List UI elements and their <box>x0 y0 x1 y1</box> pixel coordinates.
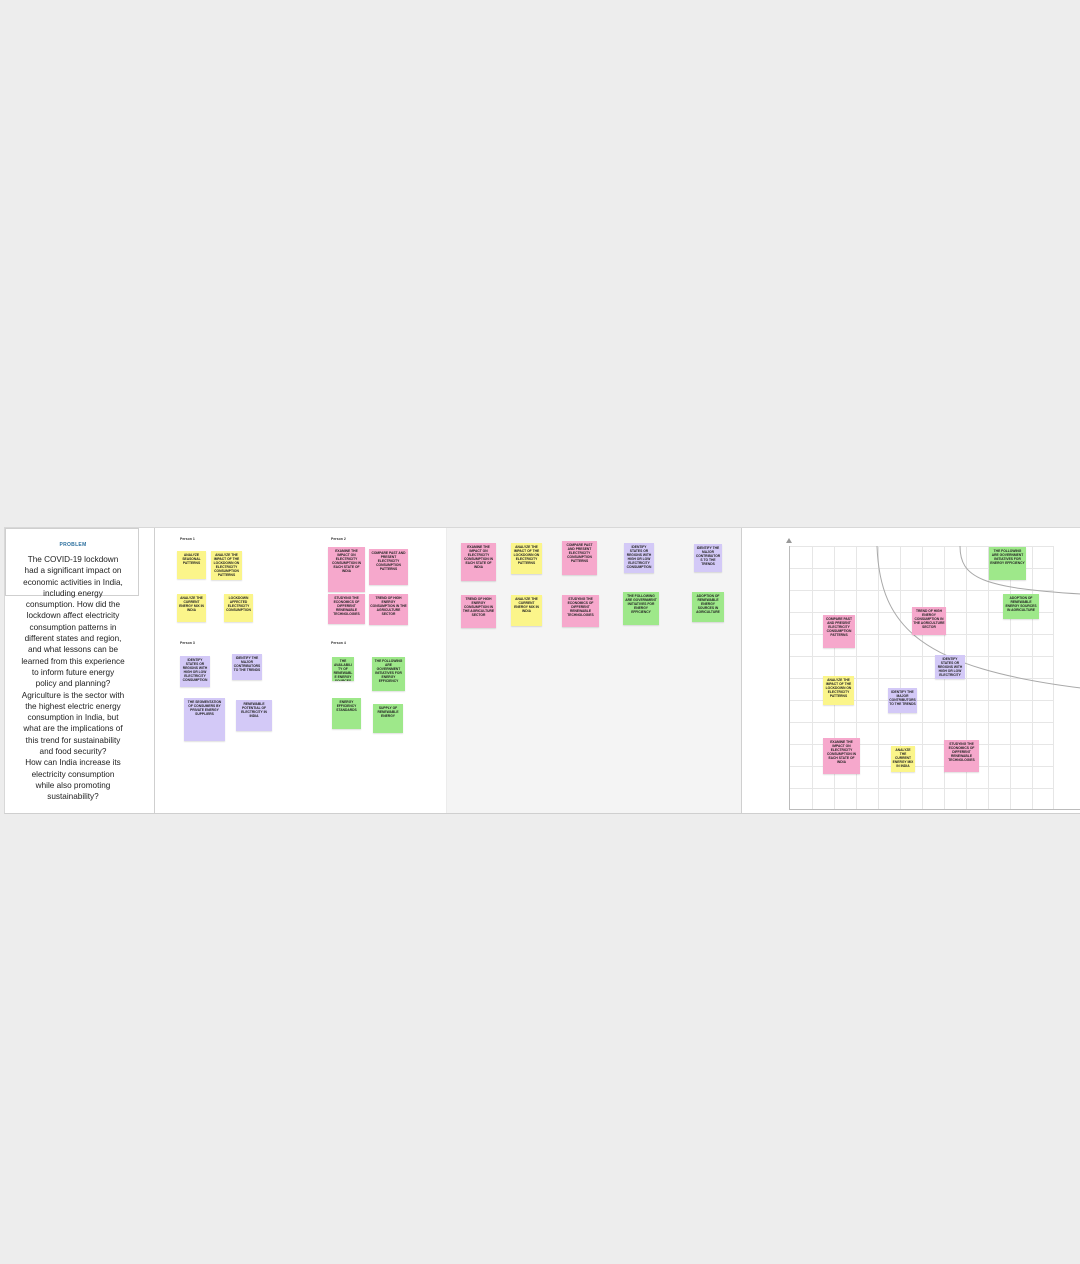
sticky-note-text: COMPARE PAST AND PRESENT ELECTRICITY CON… <box>371 551 406 572</box>
sticky-note[interactable]: IDENTIFY STATES OR REGIONS WITH HIGH OR … <box>624 543 654 573</box>
person-label: Person 4 <box>331 641 346 645</box>
mural-board: PROBLEM The COVID-19 lockdown had a sign… <box>4 527 1080 814</box>
sticky-note[interactable]: EXAMINE THE IMPACT ON ELECTRICITY CONSUM… <box>328 547 365 592</box>
sticky-note-text: TREND OF HIGH ENERGY CONSUMPTION IN THE … <box>462 597 495 618</box>
problem-statement: The COVID-19 lockdown had a significant … <box>21 555 125 802</box>
sticky-note[interactable]: IDENTIFY STATES OR REGIONS WITH HIGH OR … <box>180 656 210 687</box>
sticky-note-text: IDENTIFY STATES OR REGIONS WITH HIGH OR … <box>626 545 652 570</box>
sticky-note-text: RENEWABLE POTENTIAL OF ELECTRICITY IN IN… <box>241 702 267 719</box>
sticky-note-text: IDENTIFY THE MAJOR CONTRIBUTORS TO THE T… <box>233 656 261 673</box>
sticky-note[interactable]: ANALYZE THE IMPACT OF THE LOCKDOWN ON EL… <box>211 551 242 580</box>
sticky-note-text: EXAMINE THE IMPACT ON ELECTRICITY CONSUM… <box>332 549 361 574</box>
sticky-note[interactable]: STUDYING THE ECONOMICS OF DIFFERENT RENE… <box>562 595 599 627</box>
sticky-note[interactable]: COMPARE PAST AND PRESENT ELECTRICITY CON… <box>369 549 408 585</box>
sticky-note-text: ANALYZE SEASONAL PATTERNS <box>182 553 201 566</box>
sticky-note-text: IDENTIFY STATES OR REGIONS WITH HIGH OR … <box>182 658 208 683</box>
sticky-note[interactable]: RENEWABLE POTENTIAL OF ELECTRICITY IN IN… <box>236 700 272 731</box>
sticky-note-text: STUDYING THE ECONOMICS OF DIFFERENT RENE… <box>567 597 594 618</box>
sticky-note-text: IDENTIFY THE MAJOR CONTRIBUTORS TO THE T… <box>695 546 721 567</box>
person-label: Person 3 <box>180 641 195 645</box>
sticky-note[interactable]: IDENTIFY THE MAJOR CONTRIBUTORS TO THE T… <box>232 654 262 680</box>
sticky-note[interactable]: EXAMINE THE IMPACT ON ELECTRICITY CONSUM… <box>823 738 860 774</box>
sticky-note[interactable]: THE FOLLOWING ARE GOVERNMENT INITIATIVES… <box>989 547 1026 580</box>
sticky-note[interactable]: SUPPLY OF RENEWABLE ENERGY <box>373 704 403 733</box>
sticky-note-text: TREND OF HIGH ENERGY CONSUMPTION IN THE … <box>913 609 945 630</box>
sticky-note[interactable]: TREND OF HIGH ENERGY CONSUMPTION IN THE … <box>369 594 408 625</box>
sticky-note[interactable]: THE FOLLOWING ARE GOVERNMENT INITIATIVES… <box>372 657 405 691</box>
sticky-note-text: COMPARE PAST AND PRESENT ELECTRICITY CON… <box>825 617 853 638</box>
sticky-note-text: ADOPTION OF RENEWABLE ENERGY SOURCES IN … <box>1005 596 1037 613</box>
sticky-note-text: THE SEGMENTATION OF CONSUMERS BY PRIVATE… <box>187 700 222 717</box>
sticky-note[interactable]: IDENTIFY STATES OR REGIONS WITH HIGH OR … <box>935 655 965 679</box>
sticky-note-text: ADOPTION OF RENEWABLE ENERGY SOURCES IN … <box>696 594 720 615</box>
sticky-note-text: TREND OF HIGH ENERGY CONSUMPTION IN THE … <box>370 596 407 617</box>
sticky-note[interactable]: ANALYZE THE IMPACT OF THE LOCKDOWN ON EL… <box>823 676 854 705</box>
person-label: Person 1 <box>180 537 195 541</box>
prioritization-matrix-panel: THE FOLLOWING ARE GOVERNMENT INITIATIVES… <box>742 528 1080 813</box>
sticky-note-text: IDENTIFY THE MAJOR CONTRIBUTORS TO THE T… <box>889 690 916 707</box>
sticky-note-text: ANALYZE THE IMPACT OF THE LOCKDOWN ON EL… <box>513 545 540 566</box>
sticky-note[interactable]: COMPARE PAST AND PRESENT ELECTRICITY CON… <box>562 541 597 575</box>
sticky-note[interactable]: ANALYZE THE CURRENT ENERGY MIX IN INDIA <box>177 594 206 622</box>
sticky-note-text: THE AVAILABILITY OF RENEWABLE ENERGY SOU… <box>333 659 353 681</box>
sticky-note[interactable]: ANALYZE SEASONAL PATTERNS <box>177 551 206 579</box>
sticky-note[interactable]: THE SEGMENTATION OF CONSUMERS BY PRIVATE… <box>184 698 225 741</box>
sticky-note-text: ANALYZE THE CURRENT ENERGY MIX IN INDIA <box>892 748 914 769</box>
sticky-note-text: COMPARE PAST AND PRESENT ELECTRICITY CON… <box>566 543 593 564</box>
sticky-note[interactable]: STUDYING THE ECONOMICS OF DIFFERENT RENE… <box>328 594 365 624</box>
sticky-note-text: STUDYING THE ECONOMICS OF DIFFERENT RENE… <box>333 596 360 617</box>
sticky-note-text: EXAMINE THE IMPACT ON ELECTRICITY CONSUM… <box>827 740 856 765</box>
sticky-note-text: THE FOLLOWING ARE GOVERNMENT INITIATIVES… <box>625 594 657 615</box>
sticky-note-text: EXAMINE THE IMPACT ON ELECTRICITY CONSUM… <box>464 545 493 570</box>
sticky-note-text: ENERGY EFFICIENCY STANDARDS <box>336 700 357 713</box>
priority-curve-outer <box>876 545 1080 689</box>
sticky-note-text: ANALYZE THE CURRENT ENERGY MIX IN INDIA <box>514 597 539 614</box>
sticky-note[interactable]: THE FOLLOWING ARE GOVERNMENT INITIATIVES… <box>623 592 659 625</box>
sticky-note[interactable]: ADOPTION OF RENEWABLE ENERGY SOURCES IN … <box>692 592 724 622</box>
sticky-note[interactable]: TREND OF HIGH ENERGY CONSUMPTION IN THE … <box>912 607 946 635</box>
problem-heading: PROBLEM <box>59 542 87 548</box>
sticky-note[interactable]: IDENTIFY THE MAJOR CONTRIBUTORS TO THE T… <box>694 544 722 572</box>
sticky-note-text: LOCKDOWN AFFECTED ELECTRICITY CONSUMPTIO… <box>226 596 251 613</box>
sticky-note-text: SUPPLY OF RENEWABLE ENERGY <box>377 706 399 719</box>
sticky-note[interactable]: TREND OF HIGH ENERGY CONSUMPTION IN THE … <box>461 595 496 628</box>
sticky-note[interactable]: COMPARE PAST AND PRESENT ELECTRICITY CON… <box>823 615 855 648</box>
group-ideas-panel: EXAMINE THE IMPACT ON ELECTRICITY CONSUM… <box>447 528 742 813</box>
sticky-note-text: THE FOLLOWING ARE GOVERNMENT INITIATIVES… <box>374 659 403 684</box>
sticky-note[interactable]: ANALYZE THE CURRENT ENERGY MIX IN INDIA <box>891 746 915 772</box>
sticky-note[interactable]: IDENTIFY THE MAJOR CONTRIBUTORS TO THE T… <box>888 688 917 713</box>
sticky-note[interactable]: STUDYING THE ECONOMICS OF DIFFERENT RENE… <box>944 740 979 772</box>
sticky-note[interactable]: ENERGY EFFICIENCY STANDARDS <box>332 698 361 729</box>
brainstorm-panel: Person 1 Person 2 Person 3 Person 4 ANAL… <box>155 528 447 813</box>
sticky-note-text: THE FOLLOWING ARE GOVERNMENT INITIATIVES… <box>990 549 1025 566</box>
person-label: Person 2 <box>331 537 346 541</box>
sticky-note[interactable]: ANALYZE THE CURRENT ENERGY MIX IN INDIA <box>511 595 542 626</box>
sticky-note-text: STUDYING THE ECONOMICS OF DIFFERENT RENE… <box>948 742 975 763</box>
sticky-note[interactable]: THE AVAILABILITY OF RENEWABLE ENERGY SOU… <box>332 657 354 681</box>
sticky-note-text: IDENTIFY STATES OR REGIONS WITH HIGH OR … <box>937 657 963 678</box>
sticky-note[interactable]: EXAMINE THE IMPACT ON ELECTRICITY CONSUM… <box>461 543 496 581</box>
problem-panel: PROBLEM The COVID-19 lockdown had a sign… <box>5 528 155 813</box>
sticky-note[interactable]: ADOPTION OF RENEWABLE ENERGY SOURCES IN … <box>1003 594 1039 619</box>
sticky-note-text: ANALYZE THE CURRENT ENERGY MIX IN INDIA <box>179 596 204 613</box>
sticky-note-text: ANALYZE THE IMPACT OF THE LOCKDOWN ON EL… <box>213 553 240 578</box>
sticky-note-text: ANALYZE THE IMPACT OF THE LOCKDOWN ON EL… <box>825 678 852 699</box>
sticky-note[interactable]: ANALYZE THE IMPACT OF THE LOCKDOWN ON EL… <box>511 543 542 574</box>
sticky-note[interactable]: LOCKDOWN AFFECTED ELECTRICITY CONSUMPTIO… <box>224 594 253 622</box>
